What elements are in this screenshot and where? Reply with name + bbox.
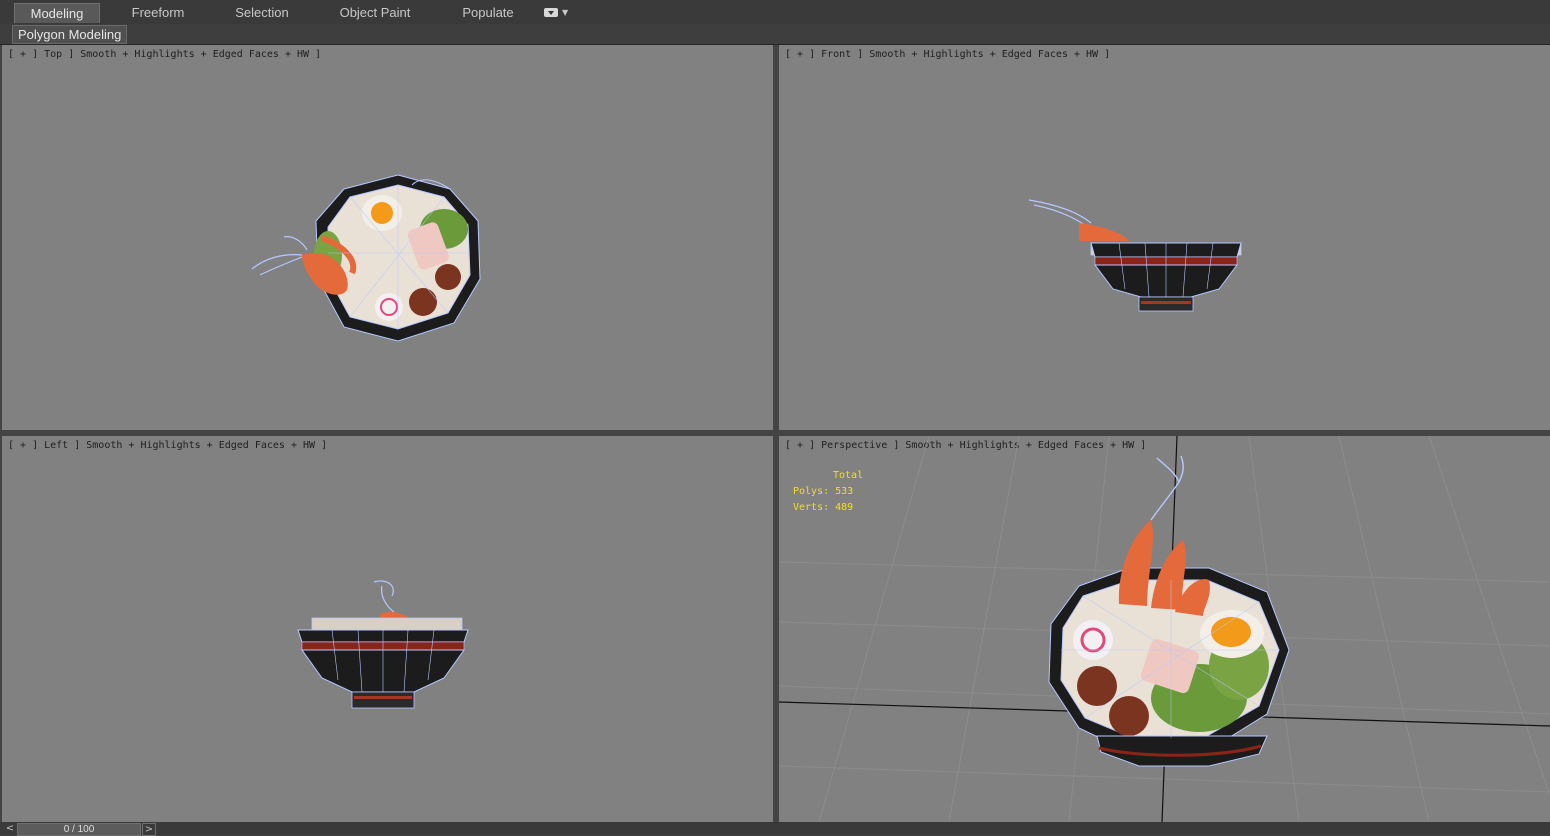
- viewport-perspective[interactable]: [ + ] Perspective ] Smooth + Highlights …: [779, 436, 1550, 822]
- viewport-left[interactable]: [ + ] Left ] Smooth + Highlights + Edged…: [2, 436, 773, 822]
- tab-freeform[interactable]: Freeform: [118, 3, 198, 22]
- tab-populate[interactable]: Populate: [452, 3, 524, 22]
- dropdown-menu-icon[interactable]: [544, 8, 558, 17]
- ramen-bowl-left-view: [297, 580, 469, 709]
- sub-ribbon-bar: Polygon Modeling: [0, 24, 1550, 45]
- ribbon-bar: Modeling Freeform Selection Object Paint…: [0, 0, 1550, 25]
- timeline-slider[interactable]: 0 / 100: [17, 823, 141, 836]
- chevron-down-icon[interactable]: ▼: [562, 8, 568, 17]
- timeline-prev-button[interactable]: <: [4, 823, 16, 834]
- ramen-bowl-top-view: [251, 174, 481, 342]
- viewport-top[interactable]: [ + ] Top ] Smooth + Highlights + Edged …: [2, 45, 773, 430]
- tab-polygon-modeling[interactable]: Polygon Modeling: [12, 25, 128, 44]
- timeline-bar: < 0 / 100 >: [0, 822, 1550, 836]
- tab-selection[interactable]: Selection: [222, 3, 302, 22]
- ramen-bowl-front-view: [1028, 199, 1242, 312]
- tab-object-paint[interactable]: Object Paint: [330, 3, 420, 22]
- timeline-next-button[interactable]: >: [142, 823, 156, 836]
- viewport-front[interactable]: [ + ] Front ] Smooth + Highlights + Edge…: [779, 45, 1550, 430]
- ramen-bowl-perspective-view: [779, 436, 1550, 822]
- tab-modeling[interactable]: Modeling: [14, 3, 100, 23]
